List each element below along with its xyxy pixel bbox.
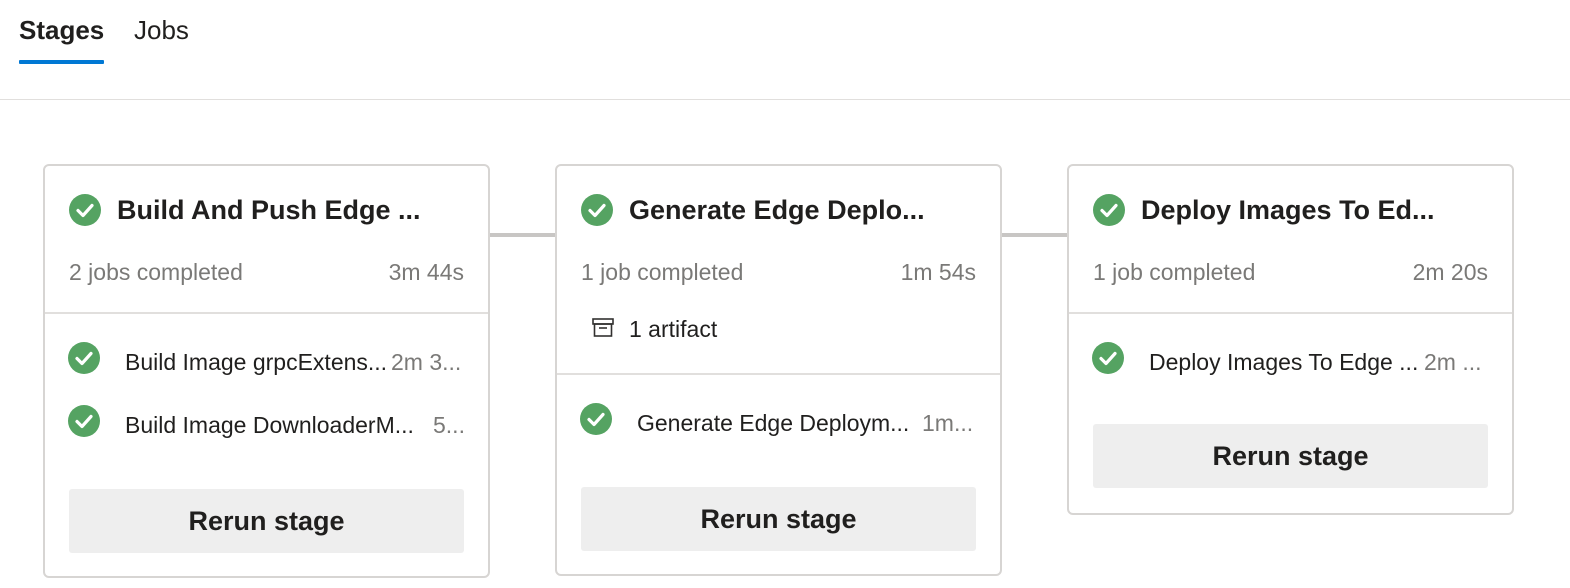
- stage-job-summary: 1 job completed: [581, 259, 744, 285]
- job-name: Build Image grpcExtens...: [125, 349, 388, 375]
- stage-connector: [1001, 233, 1067, 237]
- tab-jobs[interactable]: Jobs: [134, 12, 189, 48]
- job-duration: 5...: [433, 412, 465, 438]
- job-duration: 2m 3...: [391, 349, 462, 375]
- success-check-icon: [581, 194, 613, 226]
- tab-stages[interactable]: Stages: [19, 12, 105, 64]
- success-check-icon: [68, 342, 100, 374]
- stage-card-generate-deployment[interactable]: Generate Edge Deplo... 1 job completed 1…: [555, 164, 1002, 576]
- success-check-icon: [69, 194, 101, 226]
- stage-title[interactable]: Build And Push Edge ...: [117, 192, 421, 228]
- job-row[interactable]: Build Image DownloaderM... 5...: [45, 405, 488, 445]
- job-row[interactable]: Build Image grpcExtens... 2m 3...: [45, 342, 488, 382]
- rerun-stage-button[interactable]: Rerun stage: [581, 487, 976, 551]
- job-duration: 1m...: [922, 410, 974, 436]
- stage-job-summary: 1 job completed: [1093, 259, 1256, 285]
- tab-jobs-label: Jobs: [134, 15, 189, 45]
- stage-duration: 2m 20s: [1412, 259, 1488, 285]
- rerun-stage-button[interactable]: Rerun stage: [1093, 424, 1488, 488]
- artifact-icon: [591, 316, 615, 345]
- stage-duration: 1m 54s: [900, 259, 976, 285]
- success-check-icon: [1093, 194, 1125, 226]
- artifact-label: 1 artifact: [629, 316, 718, 342]
- stage-duration: 3m 44s: [388, 259, 464, 285]
- active-tab-indicator: [19, 60, 105, 64]
- success-check-icon: [580, 403, 612, 435]
- stage-title[interactable]: Generate Edge Deplo...: [629, 192, 925, 228]
- tab-stages-label: Stages: [19, 15, 105, 45]
- success-check-icon: [68, 405, 100, 437]
- stage-title[interactable]: Deploy Images To Ed...: [1141, 192, 1435, 228]
- job-row[interactable]: Deploy Images To Edge ... 2m ...: [1069, 342, 1512, 382]
- stage-job-summary: 2 jobs completed: [69, 259, 243, 285]
- job-duration: 2m ...: [1424, 349, 1482, 375]
- stage-header: Deploy Images To Ed... 1 job completed 2…: [1069, 166, 1512, 314]
- success-check-icon: [1092, 342, 1124, 374]
- rerun-stage-button[interactable]: Rerun stage: [69, 489, 464, 553]
- job-name: Deploy Images To Edge ...: [1149, 349, 1419, 375]
- job-row[interactable]: Generate Edge Deploym... 1m...: [557, 403, 1000, 443]
- stage-header: Generate Edge Deplo... 1 job completed 1…: [557, 166, 1000, 375]
- stage-card-deploy-images[interactable]: Deploy Images To Ed... 1 job completed 2…: [1067, 164, 1514, 515]
- job-name: Generate Edge Deploym...: [637, 410, 910, 436]
- stage-header: Build And Push Edge ... 2 jobs completed…: [45, 166, 488, 314]
- tab-bar: Stages Jobs: [0, 0, 1570, 100]
- stage-card-build-and-push[interactable]: Build And Push Edge ... 2 jobs completed…: [43, 164, 490, 578]
- stage-connector: [489, 233, 555, 237]
- job-name: Build Image DownloaderM...: [125, 412, 414, 438]
